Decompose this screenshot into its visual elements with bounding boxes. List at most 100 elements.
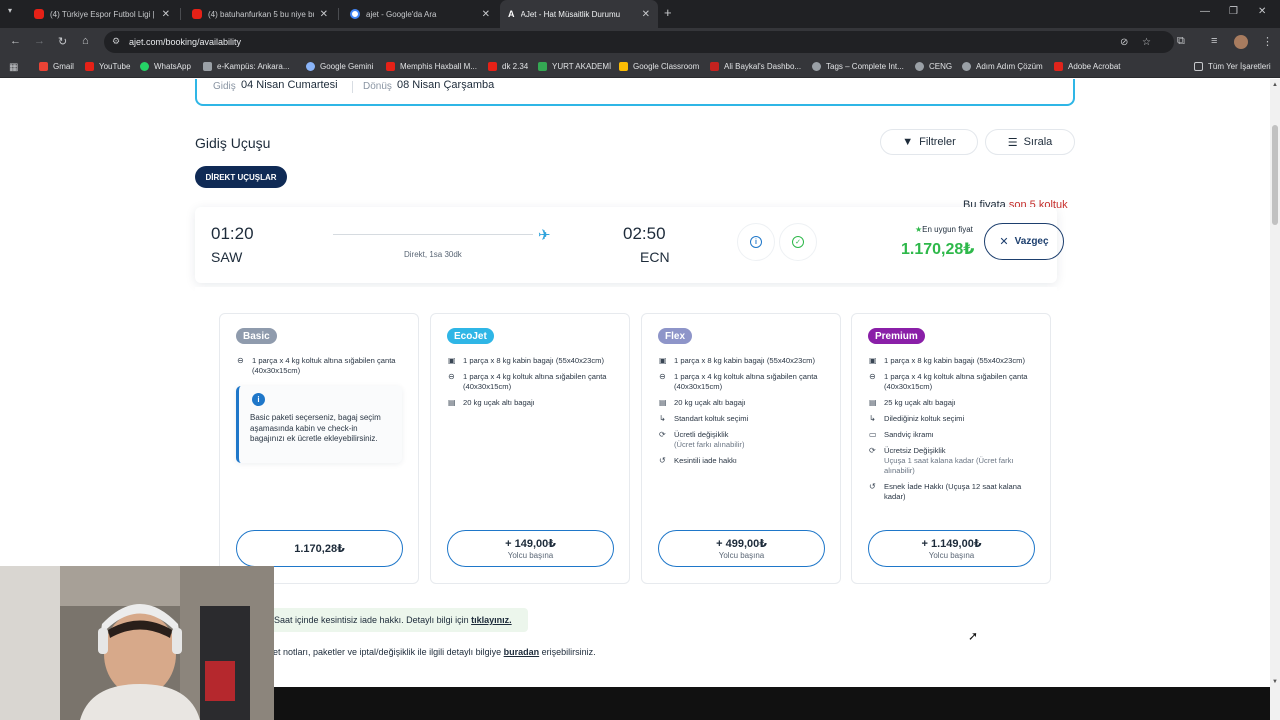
scroll-thumb[interactable]: [1272, 125, 1278, 225]
classroom-icon: [619, 62, 628, 71]
eye-off-icon[interactable]: ⊘: [1120, 37, 1128, 48]
flight-duration: Direkt, 1sa 30dk: [404, 250, 462, 259]
minimize-icon[interactable]: —: [1200, 6, 1210, 17]
scroll-down-icon[interactable]: ▼: [1272, 679, 1278, 685]
bookmark-dashboard[interactable]: Ali Baykal's Dashbo...: [710, 62, 801, 71]
all-bookmarks[interactable]: Tüm Yer İşaretleri: [1194, 62, 1271, 71]
url-text[interactable]: ajet.com/booking/availability: [129, 37, 241, 47]
bookmark-acrobat[interactable]: Adobe Acrobat: [1054, 62, 1120, 71]
flight-card[interactable]: 01:20 SAW ✈ Direkt, 1sa 30dk 02:50 ECN i…: [195, 207, 1064, 283]
feature-item: ⟳ Ücretsiz Değişiklik Uçuşa 1 saat kalana …: [869, 446, 1014, 475]
bookmark-whatsapp[interactable]: WhatsApp: [140, 62, 191, 71]
fare-rules-notice: ret notları, paketler ve iptal/değişikli…: [270, 647, 596, 657]
close-tab-icon[interactable]: ✕: [642, 9, 650, 20]
bookmark-star-icon[interactable]: ☆: [1142, 37, 1151, 48]
bookmark-ekampus[interactable]: e-Kampüs: Ankara...: [203, 62, 289, 71]
scroll-up-icon[interactable]: ▲: [1272, 82, 1278, 88]
bookmark-adim[interactable]: Adım Adım Çözüm: [962, 62, 1043, 71]
home-icon[interactable]: ⌂: [82, 35, 89, 47]
folder-icon: [1194, 62, 1203, 71]
bookmark-yurt[interactable]: YURT AKADEMİ: [538, 62, 611, 71]
direct-flights-filter[interactable]: DİREKT UÇUŞLAR: [195, 166, 287, 188]
bookmark-classroom[interactable]: Google Classroom: [619, 62, 699, 71]
departure-date: 04 Nisan Cumartesi: [241, 79, 338, 91]
bookmark-dk[interactable]: dk 2.34: [488, 62, 528, 71]
apps-grid-icon[interactable]: ▦: [9, 62, 18, 73]
browser-toolbar: ← → ↻ ⌂ ⚙ ajet.com/booking/availability …: [0, 28, 1280, 56]
bookmark-memphis[interactable]: Memphis Haxball M...: [386, 62, 477, 71]
fare-rules-link[interactable]: buradan: [504, 647, 540, 657]
gemini-icon: [306, 62, 315, 71]
close-tab-icon[interactable]: ✕: [162, 9, 170, 20]
tab-ajet[interactable]: A AJet - Hat Müsaitlik Durumu ✕: [500, 0, 658, 28]
departure-time: 01:20: [211, 224, 254, 243]
select-flex-button[interactable]: + 499,00₺ Yolcu başına: [658, 530, 825, 567]
close-tab-icon[interactable]: ✕: [320, 9, 328, 20]
info-text: Basic paketi seçerseniz, bagaj seçim aşa…: [250, 413, 381, 443]
select-ecojet-button[interactable]: + 149,00₺ Yolcu başına: [447, 530, 614, 567]
forward-icon[interactable]: →: [34, 35, 45, 47]
package-flex[interactable]: Flex ▣ 1 parça x 8 kg kabin bagajı (55x40…: [641, 313, 841, 584]
mouse-cursor-icon: ➚: [968, 629, 979, 643]
bookmark-tags[interactable]: Tags – Complete Int...: [812, 62, 904, 71]
back-icon[interactable]: ←: [10, 35, 21, 47]
feature-item: ↺ Kesintili iade hakkı: [659, 456, 737, 465]
yurt-icon: [538, 62, 547, 71]
feature-item: ⊖ 1 parça x 4 kg koltuk altına sığabilen …: [659, 372, 818, 391]
seat-bag-icon: ⊖: [869, 372, 876, 381]
close-window-icon[interactable]: ✕: [1258, 6, 1266, 17]
package-ecojet[interactable]: EcoJet ▣ 1 parça x 8 kg kabin bagajı (55x…: [430, 313, 630, 584]
filter-button[interactable]: ▼ Filtreler: [880, 129, 978, 155]
cancel-selection-button[interactable]: ✕ Vazgeç: [984, 223, 1064, 260]
media-icon[interactable]: ≡: [1211, 35, 1217, 47]
eco-button[interactable]: ✓: [779, 223, 817, 261]
close-tab-icon[interactable]: ✕: [482, 9, 490, 20]
extensions-icon[interactable]: ⧉: [1177, 35, 1185, 48]
tab-title: AJet - Hat Müsaitlik Durumu: [520, 9, 621, 19]
menu-icon[interactable]: ⋮: [1262, 35, 1273, 48]
close-icon: ✕: [999, 236, 1009, 248]
select-basic-button[interactable]: 1.170,28₺: [236, 530, 403, 567]
info-icon: i: [750, 236, 762, 248]
luggage-icon: ▤: [659, 398, 667, 407]
seat-icon: ↳: [659, 414, 666, 423]
sort-button[interactable]: ☰ Sırala: [985, 129, 1075, 155]
bookmark-gemini[interactable]: Google Gemini: [306, 62, 373, 71]
bookmark-gmail[interactable]: Gmail: [39, 62, 74, 71]
bookmark-youtube[interactable]: YouTube: [85, 62, 130, 71]
arrival-airport: ECN: [640, 249, 670, 265]
package-badge: EcoJet: [447, 328, 494, 344]
eco-leaf-icon: ✓: [792, 236, 804, 248]
refund-details-link[interactable]: tıklayınız.: [471, 615, 512, 625]
bookmark-ceng[interactable]: CENG: [915, 62, 952, 71]
select-premium-button[interactable]: + 1.149,00₺ Yolcu başına: [868, 530, 1035, 567]
new-tab-icon[interactable]: +: [664, 5, 672, 20]
package-basic[interactable]: Basic ⊖ 1 parça x 4 kg koltuk altına sığa…: [219, 313, 419, 584]
feature-item: ▣ 1 parça x 8 kg kabin bagajı (55x40x23cm…: [659, 356, 815, 365]
address-bar[interactable]: ⚙ ajet.com/booking/availability ⊘ ☆: [104, 31, 1174, 53]
feature-item: ↳ Dilediğiniz koltuk seçimi: [869, 414, 965, 423]
acrobat-icon: [1054, 62, 1063, 71]
tab-google-search[interactable]: ajet - Google'da Ara ✕: [342, 0, 498, 28]
feature-item: ▭ Sandviç ikramı: [869, 430, 934, 439]
youtube-icon: [85, 62, 94, 71]
flight-info-button[interactable]: i: [737, 223, 775, 261]
tab-youtube-batuhan[interactable]: (4) batuhanfurkan 5 bu niye bu ✕: [184, 0, 336, 28]
section-title: Gidiş Uçuşu: [195, 135, 271, 151]
page-scrollbar[interactable]: ▲ ▼: [1270, 79, 1280, 720]
refund-icon: ↺: [659, 456, 666, 465]
site-info-icon[interactable]: ⚙: [112, 36, 120, 47]
per-person-label: Yolcu başına: [928, 551, 975, 560]
ajet-logo-icon: A: [508, 9, 515, 19]
seat-bag-icon: ⊖: [448, 372, 455, 381]
package-premium[interactable]: Premium ▣ 1 parça x 8 kg kabin bagajı (55…: [851, 313, 1051, 584]
profile-avatar[interactable]: [1234, 35, 1248, 49]
change-icon: ⟳: [659, 430, 666, 439]
ceng-icon: [915, 62, 924, 71]
tab-search-icon[interactable]: ▾: [8, 6, 12, 15]
maximize-icon[interactable]: ❐: [1229, 6, 1238, 17]
package-features: ▣ 1 parça x 8 kg kabin bagajı (55x40x23cm…: [448, 356, 618, 414]
cabin-bag-icon: ▣: [448, 356, 456, 365]
tab-youtube-espor[interactable]: (4) Türkiye Espor Futbol Ligi | 1: ✕: [26, 0, 178, 28]
reload-icon[interactable]: ↻: [58, 35, 67, 48]
